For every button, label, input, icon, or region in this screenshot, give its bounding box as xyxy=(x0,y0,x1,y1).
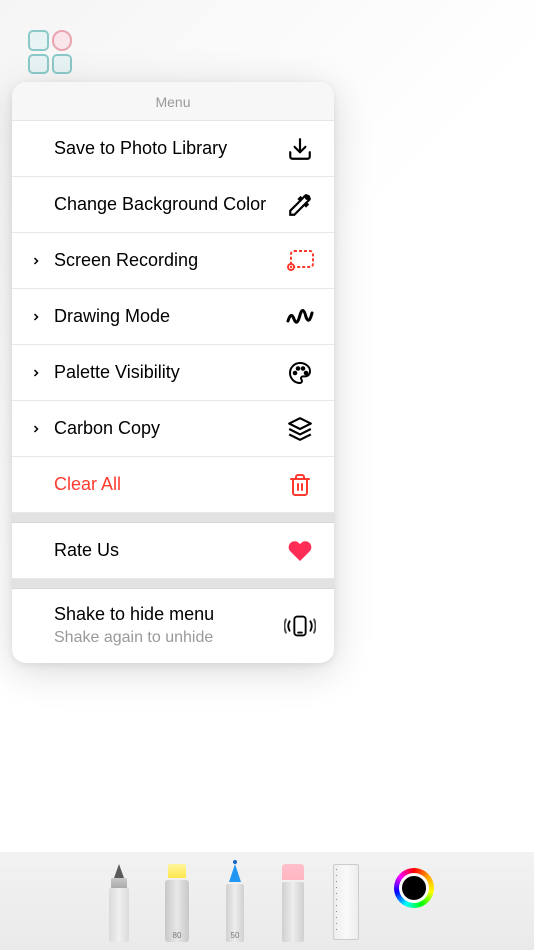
shake-label: Shake to hide menu xyxy=(54,604,214,624)
menu-item-label: Shake to hide menu Shake again to unhide xyxy=(54,603,284,649)
menu-item-drawing-mode[interactable]: Drawing Mode xyxy=(12,289,334,345)
menu-separator xyxy=(12,513,334,523)
record-icon xyxy=(284,249,316,273)
vibrate-icon xyxy=(284,613,316,639)
chevron-right-icon xyxy=(26,255,46,267)
menu-item-label: Save to Photo Library xyxy=(54,137,284,160)
drawing-toolbar xyxy=(0,852,534,950)
download-icon xyxy=(284,136,316,162)
menu-item-label: Change Background Color xyxy=(54,193,284,216)
menu-item-label: Screen Recording xyxy=(54,249,284,272)
menu-separator xyxy=(12,579,334,589)
menu-item-label: Rate Us xyxy=(54,539,284,562)
menu-item-carbon-copy[interactable]: Carbon Copy xyxy=(12,401,334,457)
heart-icon xyxy=(284,538,316,564)
palette-icon xyxy=(284,361,316,385)
tool-highlighter[interactable] xyxy=(158,864,196,942)
app-logo-icon xyxy=(28,30,72,74)
menu-item-screen-recording[interactable]: Screen Recording xyxy=(12,233,334,289)
color-picker-button[interactable] xyxy=(394,868,434,908)
eyedropper-icon xyxy=(284,192,316,218)
menu-item-rate-us[interactable]: Rate Us xyxy=(12,523,334,579)
tool-pencil[interactable] xyxy=(216,864,254,942)
trash-icon xyxy=(284,472,316,498)
menu-item-clear-all[interactable]: Clear All xyxy=(12,457,334,513)
tool-pen[interactable] xyxy=(100,864,138,942)
tool-ruler[interactable] xyxy=(332,864,360,942)
menu-item-label: Carbon Copy xyxy=(54,417,284,440)
shake-subtitle: Shake again to unhide xyxy=(54,628,284,649)
menu-item-shake-hide[interactable]: Shake to hide menu Shake again to unhide xyxy=(12,589,334,663)
chevron-right-icon xyxy=(26,423,46,435)
menu-title: Menu xyxy=(12,82,334,121)
chevron-right-icon xyxy=(26,311,46,323)
menu-item-palette-visibility[interactable]: Palette Visibility xyxy=(12,345,334,401)
chevron-right-icon xyxy=(26,367,46,379)
menu-item-label: Drawing Mode xyxy=(54,305,284,328)
menu-item-label: Clear All xyxy=(54,473,284,496)
menu-panel: Menu Save to Photo Library Change Backgr… xyxy=(12,82,334,663)
menu-item-label: Palette Visibility xyxy=(54,361,284,384)
layers-icon xyxy=(284,416,316,442)
menu-item-save-photo-library[interactable]: Save to Photo Library xyxy=(12,121,334,177)
tool-eraser[interactable] xyxy=(274,864,312,942)
scribble-icon xyxy=(284,307,316,327)
menu-item-change-bg-color[interactable]: Change Background Color xyxy=(12,177,334,233)
